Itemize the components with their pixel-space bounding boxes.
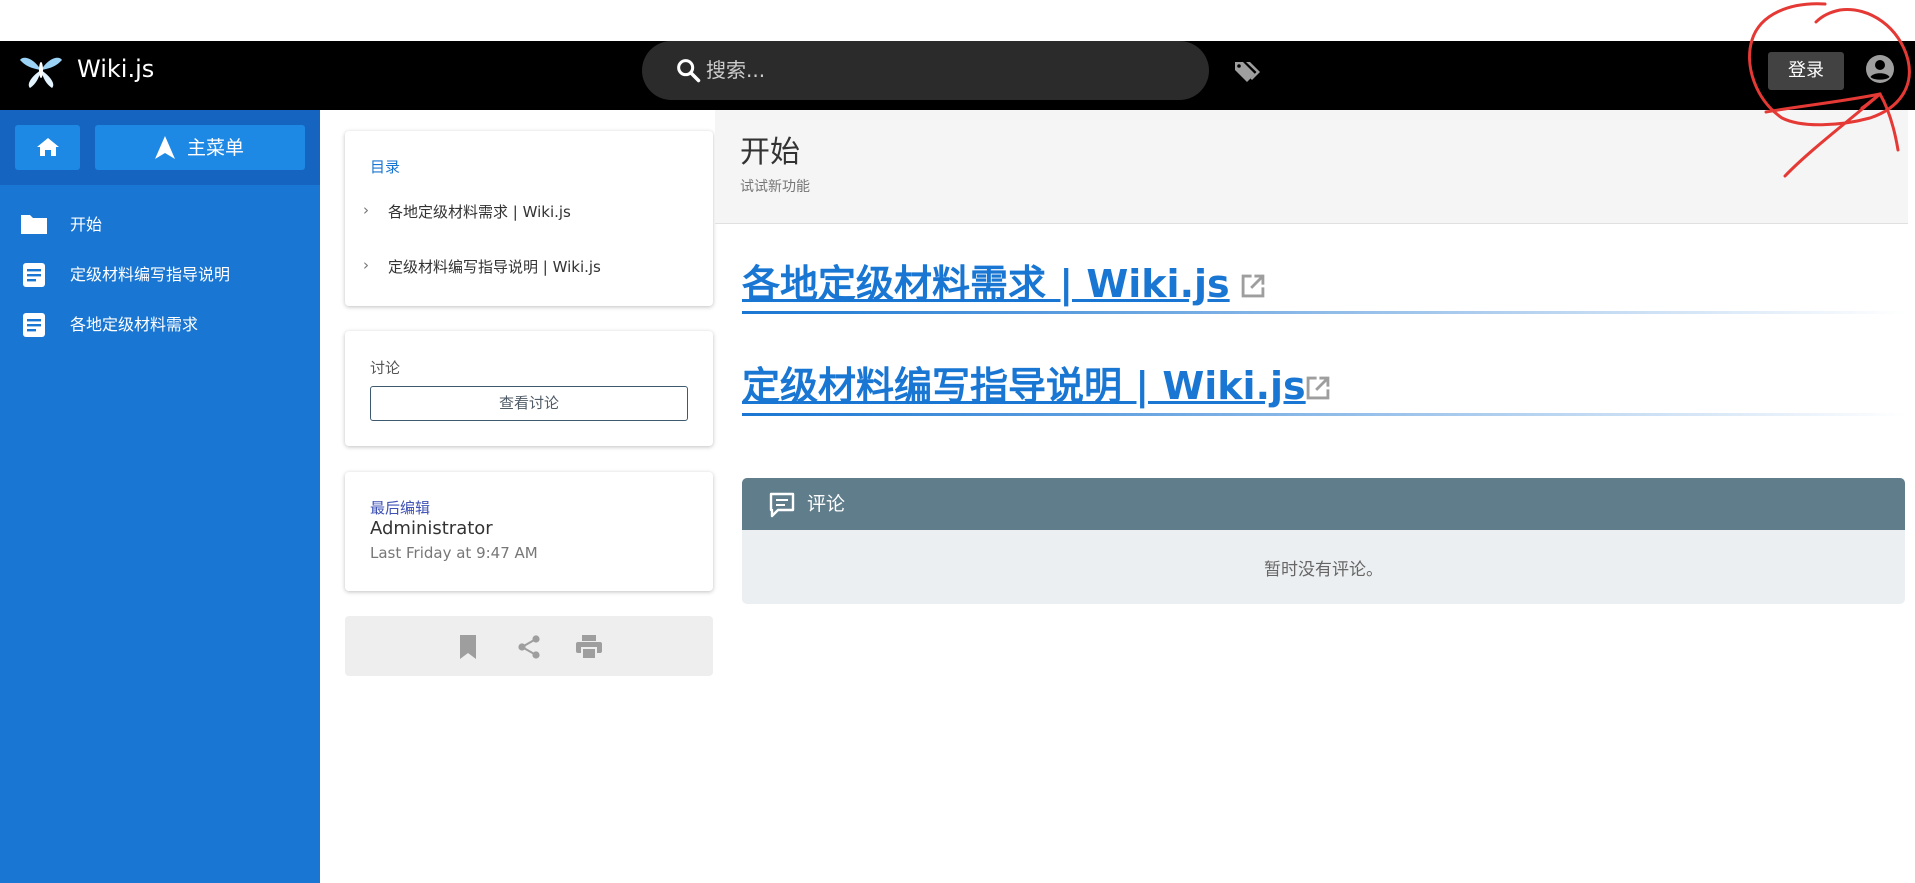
chevron-right-icon: › (363, 201, 369, 219)
sidebar-item-label: 定级材料编写指导说明 (70, 265, 231, 284)
tags-icon[interactable] (1233, 58, 1263, 86)
link-underline-rule (742, 311, 1907, 314)
writing-guide-link[interactable]: 定级材料编写指导说明 | Wiki.js (742, 361, 1306, 411)
discussion-card: 讨论 查看讨论 (345, 331, 713, 446)
wikijs-logo-icon[interactable] (18, 50, 64, 90)
main-menu-label: 主菜单 (187, 137, 245, 159)
sidebar-top: 主菜单 (0, 110, 320, 185)
comments-empty-message: 暂时没有评论。 (1264, 560, 1383, 580)
discussion-title: 讨论 (370, 359, 401, 377)
main-menu-button[interactable]: 主菜单 (95, 125, 305, 170)
page-title: 开始 (740, 135, 800, 170)
home-button[interactable] (15, 125, 80, 170)
comments-header: 评论 (742, 478, 1905, 530)
sidebar-item-regional-requirements[interactable]: 各地定级材料需求 (0, 302, 320, 348)
share-icon[interactable] (516, 634, 542, 660)
toc-card: 目录 › 各地定级材料需求 | Wiki.js › 定级材料编写指导说明 | W… (345, 131, 713, 306)
page-actions (345, 616, 713, 676)
comment-icon (769, 492, 795, 518)
search-bar[interactable]: 搜索... (642, 41, 1209, 100)
toc-item[interactable]: › 各地定级材料需求 | Wiki.js (363, 199, 693, 223)
sidebar-item-label: 各地定级材料需求 (70, 315, 199, 334)
top-blank-strip (0, 0, 1915, 41)
content-link-block: 各地定级材料需求 | Wiki.js (742, 259, 1907, 319)
toc-item-label: 各地定级材料需求 | Wiki.js (388, 203, 571, 221)
folder-icon (21, 215, 47, 234)
sidebar-item-writing-guide[interactable]: 定级材料编写指导说明 (0, 252, 320, 298)
navigation-arrow-icon (155, 136, 175, 159)
search-icon (677, 59, 701, 83)
open-in-new-icon[interactable] (1301, 371, 1335, 405)
toc-item-label: 定级材料编写指导说明 | Wiki.js (388, 258, 601, 276)
document-icon (23, 313, 45, 337)
app-bar: Wiki.js 搜索... 登录 (0, 41, 1915, 110)
page-subtitle: 试试新功能 (740, 179, 810, 195)
red-circle-annotation (1748, 2, 1911, 178)
search-input[interactable]: 搜索... (706, 56, 765, 84)
sidebar-item-start[interactable]: 开始 (0, 202, 320, 248)
bookmark-icon[interactable] (457, 634, 479, 660)
chevron-right-icon: › (363, 256, 369, 274)
last-edit-card: 最后编辑 Administrator Last Friday at 9:47 A… (345, 472, 713, 591)
last-edit-title: 最后编辑 (370, 499, 431, 517)
toc-item[interactable]: › 定级材料编写指导说明 | Wiki.js (363, 254, 693, 278)
sidebar-item-label: 开始 (70, 215, 103, 234)
view-discussion-button[interactable]: 查看讨论 (370, 386, 688, 421)
sidebar: 主菜单 开始 定级材料编写指导说明 各地定级材料需求 (0, 110, 320, 883)
content-link-block: 定级材料编写指导说明 | Wiki.js (742, 361, 1907, 421)
comments-title: 评论 (807, 493, 846, 515)
last-edit-date: Last Friday at 9:47 AM (370, 544, 538, 562)
link-underline-rule (742, 413, 1907, 416)
document-icon (23, 263, 45, 287)
home-icon (37, 138, 59, 156)
regional-requirements-link[interactable]: 各地定级材料需求 | Wiki.js (742, 259, 1230, 309)
print-icon[interactable] (575, 634, 603, 660)
app-brand[interactable]: Wiki.js (77, 54, 154, 84)
comments-panel: 评论 暂时没有评论。 (742, 478, 1905, 604)
open-in-new-icon[interactable] (1236, 269, 1270, 303)
toc-title: 目录 (370, 158, 401, 176)
last-edit-author[interactable]: Administrator (370, 518, 493, 539)
